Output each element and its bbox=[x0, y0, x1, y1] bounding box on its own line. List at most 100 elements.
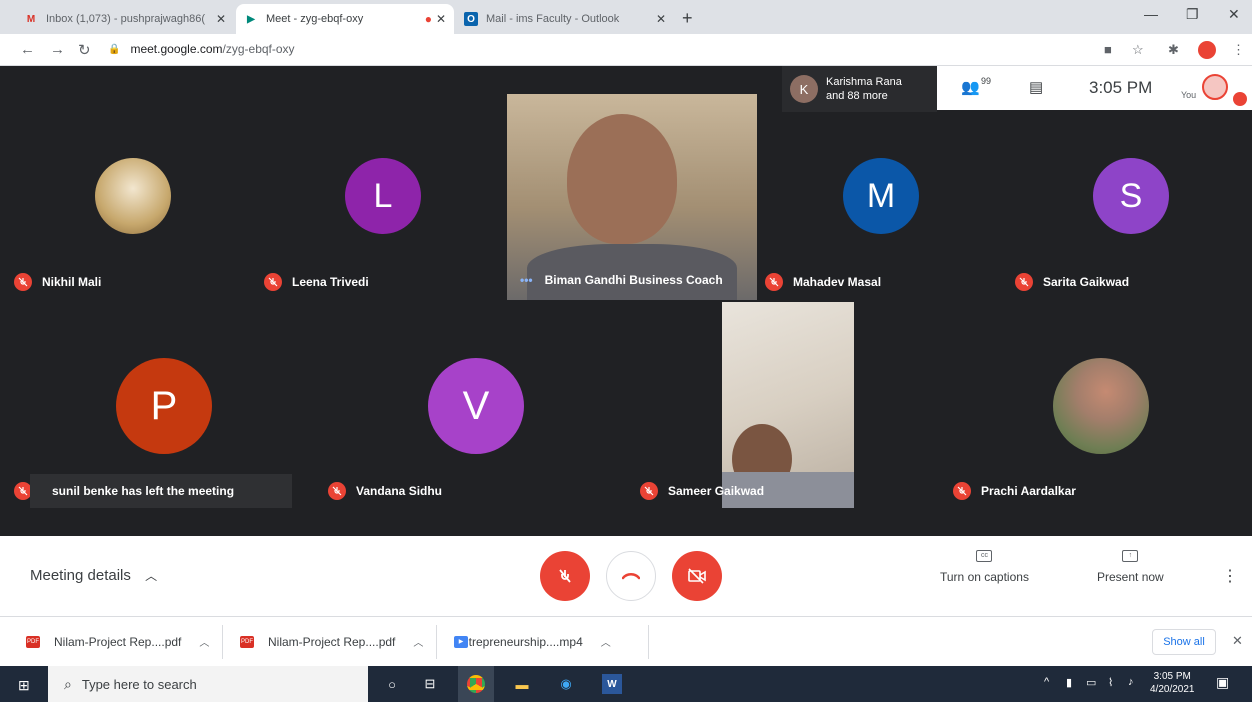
video-feed bbox=[722, 302, 854, 508]
participant-name: Sameer Gaikwad bbox=[668, 484, 765, 498]
recording-icon: ● bbox=[424, 12, 432, 26]
chevron-up-icon[interactable]: ︿ bbox=[413, 634, 423, 649]
more-options-icon[interactable]: ⋮ bbox=[1222, 566, 1238, 586]
meeting-toast: sunil benke has left the meeting bbox=[30, 474, 292, 508]
participant-name: Mahadev Masal bbox=[793, 275, 882, 289]
network-icon[interactable]: ▭ bbox=[1086, 676, 1096, 689]
url-host: meet.google.com bbox=[130, 42, 223, 56]
camera-in-use-icon[interactable]: ■ bbox=[1104, 42, 1112, 57]
close-tab-icon[interactable]: ✕ bbox=[656, 12, 666, 26]
avatar-letter: S bbox=[1093, 158, 1169, 234]
tab-title: Meet - zyg-ebqf-oxy bbox=[266, 13, 364, 25]
pdf-file-icon: PDF bbox=[26, 635, 40, 648]
participant-name: Vandana Sidhu bbox=[356, 484, 443, 498]
participant-label: Leena Trivedi bbox=[264, 273, 369, 291]
captions-label: Turn on captions bbox=[940, 570, 1029, 584]
extensions-icon[interactable]: ✱ bbox=[1168, 42, 1179, 58]
participant-label: Sameer Gaikwad bbox=[640, 482, 764, 500]
address-bar: ← → ↻ 🔒 meet.google.com /zyg-ebqf-oxy ■ … bbox=[0, 34, 1252, 66]
mic-off-icon bbox=[559, 569, 571, 583]
minimize-icon[interactable]: — bbox=[1144, 6, 1158, 22]
file-explorer-icon[interactable]: ▬ bbox=[512, 674, 532, 694]
cortana-icon[interactable]: ○ bbox=[382, 674, 402, 694]
leave-call-button[interactable] bbox=[606, 551, 656, 601]
close-tab-icon[interactable]: ✕ bbox=[436, 12, 446, 26]
close-tab-icon[interactable]: ✕ bbox=[216, 12, 226, 26]
windows-taskbar: ⊞ ⌕ Type here to search ○ ⊟ ▬ ◉ W ^ ▮ ▭ … bbox=[0, 666, 1252, 702]
back-icon[interactable]: ← bbox=[20, 41, 35, 58]
captions-button[interactable]: cc Turn on captions bbox=[940, 550, 1029, 584]
self-mic-off-icon bbox=[1233, 92, 1247, 106]
download-name: Entrepreneurship....mp4 bbox=[454, 634, 583, 649]
show-all-button[interactable]: Show all bbox=[1152, 629, 1216, 655]
menu-icon[interactable]: ⋮ bbox=[1232, 42, 1245, 58]
url-path: /zyg-ebqf-oxy bbox=[222, 42, 295, 56]
tab-title: Mail - ims Faculty - Outlook bbox=[486, 13, 620, 25]
tab-meet[interactable]: ▶ Meet - zyg-ebqf-oxy ● ✕ bbox=[236, 4, 454, 34]
language-icon[interactable]: ⌇ bbox=[1108, 676, 1113, 689]
bookmark-star-icon[interactable]: ☆ bbox=[1132, 42, 1144, 58]
download-name: Nilam-Project Rep....pdf bbox=[268, 634, 396, 649]
active-speaker-info[interactable]: K Karishma Rana and 88 more bbox=[782, 66, 937, 112]
mic-off-icon bbox=[953, 482, 971, 500]
close-downloads-icon[interactable]: ✕ bbox=[1232, 633, 1243, 649]
tab-outlook[interactable]: O Mail - ims Faculty - Outlook ✕ bbox=[456, 4, 674, 34]
edge-icon[interactable]: ◉ bbox=[556, 674, 576, 694]
mic-off-icon bbox=[765, 273, 783, 291]
avatar: K bbox=[790, 75, 818, 103]
tray-icon[interactable]: ▮ bbox=[1066, 676, 1072, 689]
volume-icon[interactable]: ♪ bbox=[1128, 676, 1134, 688]
gmail-icon: M bbox=[26, 13, 36, 25]
tab-gmail[interactable]: M Inbox (1,073) - pushprajwagh86( ✕ bbox=[16, 4, 234, 34]
chrome-icon[interactable] bbox=[458, 666, 494, 702]
search-placeholder: Type here to search bbox=[81, 676, 197, 692]
task-view-icon[interactable]: ⊟ bbox=[420, 674, 440, 694]
people-icon[interactable]: 👥 bbox=[961, 78, 980, 96]
profile-avatar[interactable] bbox=[1198, 41, 1216, 59]
taskbar-date: 4/20/2021 bbox=[1150, 684, 1195, 695]
mic-off-icon bbox=[640, 482, 658, 500]
camera-off-icon bbox=[688, 568, 706, 584]
present-icon: ↑ bbox=[1122, 550, 1139, 562]
meet-top-panel: 👥 99 ▤ 3:05 PM You bbox=[937, 66, 1252, 110]
camera-toggle-button[interactable] bbox=[672, 551, 722, 601]
download-item[interactable]: PDF Nilam-Project Rep....pdf ︿ bbox=[26, 634, 209, 649]
participant-label: Sarita Gaikwad bbox=[1015, 273, 1129, 291]
top-info-line2: and 88 more bbox=[826, 90, 888, 102]
avatar-letter: V bbox=[428, 358, 524, 454]
url-field[interactable]: 🔒 meet.google.com /zyg-ebqf-oxy bbox=[108, 42, 295, 56]
self-avatar[interactable] bbox=[1202, 74, 1228, 100]
mic-off-icon bbox=[264, 273, 282, 291]
chevron-up-icon[interactable]: ︿ bbox=[601, 634, 611, 649]
tab-title: Inbox (1,073) - pushprajwagh86( bbox=[46, 13, 205, 25]
participant-name: Biman Gandhi Business Coach bbox=[544, 273, 723, 287]
hang-up-icon bbox=[622, 573, 640, 580]
downloads-bar: PDF Nilam-Project Rep....pdf ︿ PDF Nilam… bbox=[0, 616, 1252, 666]
new-tab-icon[interactable]: + bbox=[682, 8, 693, 29]
avatar-letter: M bbox=[843, 158, 919, 234]
chevron-up-icon[interactable]: ^ bbox=[1044, 676, 1049, 688]
taskbar-search[interactable]: ⌕ Type here to search bbox=[48, 666, 368, 702]
taskbar-clock[interactable]: 3:05 PM 4/20/2021 bbox=[1150, 670, 1195, 696]
meeting-details-button[interactable]: Meeting details ︿ bbox=[30, 567, 157, 584]
close-window-icon[interactable]: ✕ bbox=[1228, 6, 1240, 23]
restore-icon[interactable]: ❐ bbox=[1186, 6, 1199, 23]
chevron-up-icon[interactable]: ︿ bbox=[199, 634, 209, 649]
participant-name: Prachi Aardalkar bbox=[981, 484, 1076, 498]
download-item[interactable]: PDF Nilam-Project Rep....pdf ︿ bbox=[240, 634, 423, 649]
pdf-file-icon: PDF bbox=[240, 635, 254, 648]
chat-icon[interactable]: ▤ bbox=[1029, 78, 1043, 96]
participant-label: Nikhil Mali bbox=[14, 273, 101, 291]
mic-toggle-button[interactable] bbox=[540, 551, 590, 601]
present-now-button[interactable]: ↑ Present now bbox=[1097, 550, 1164, 584]
word-icon[interactable]: W bbox=[602, 674, 622, 694]
notifications-icon[interactable]: ▣ bbox=[1216, 674, 1229, 691]
participant-label: Mahadev Masal bbox=[765, 273, 881, 291]
speaker-face bbox=[567, 114, 677, 244]
windows-start-icon[interactable]: ⊞ bbox=[18, 677, 30, 694]
participant-label: Vandana Sidhu bbox=[328, 482, 442, 500]
mic-off-icon bbox=[14, 273, 32, 291]
reload-icon[interactable]: ↻ bbox=[78, 41, 91, 59]
download-item[interactable]: ▶ Entrepreneurship....mp4 ︿ bbox=[454, 634, 611, 649]
forward-icon[interactable]: → bbox=[50, 41, 65, 58]
